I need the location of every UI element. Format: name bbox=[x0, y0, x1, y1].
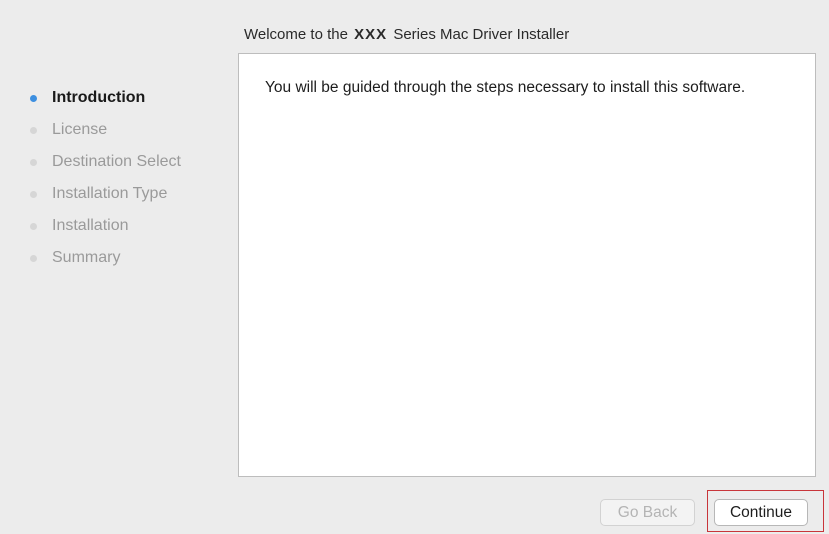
step-label: Summary bbox=[52, 249, 121, 266]
step-destination-select: Destination Select bbox=[30, 146, 181, 178]
active-step-dot-icon bbox=[30, 94, 37, 102]
inactive-step-dot-icon bbox=[30, 158, 37, 166]
content-panel: You will be guided through the steps nec… bbox=[238, 53, 816, 477]
title-prefix: Welcome to the bbox=[244, 26, 348, 43]
installer-steps-sidebar: Introduction License Destination Select … bbox=[30, 82, 181, 274]
title-suffix: Series Mac Driver Installer bbox=[393, 26, 570, 43]
installer-title: Welcome to the XXX Series Mac Driver Ins… bbox=[244, 26, 569, 43]
step-label: Introduction bbox=[52, 89, 146, 106]
step-installation-type: Installation Type bbox=[30, 178, 181, 210]
inactive-step-dot-icon bbox=[30, 190, 37, 198]
step-license: License bbox=[30, 114, 181, 146]
introduction-text: You will be guided through the steps nec… bbox=[265, 79, 746, 96]
inactive-step-dot-icon bbox=[30, 254, 37, 262]
step-installation: Installation bbox=[30, 210, 181, 242]
step-label: Destination Select bbox=[52, 153, 181, 170]
inactive-step-dot-icon bbox=[30, 126, 37, 134]
title-product: XXX bbox=[354, 26, 388, 43]
step-summary: Summary bbox=[30, 242, 181, 274]
inactive-step-dot-icon bbox=[30, 222, 37, 230]
step-label: License bbox=[52, 121, 108, 138]
step-label: Installation Type bbox=[52, 185, 168, 202]
go-back-button[interactable]: Go Back bbox=[600, 499, 695, 526]
continue-button[interactable]: Continue bbox=[714, 499, 808, 526]
step-label: Installation bbox=[52, 217, 129, 234]
step-introduction: Introduction bbox=[30, 82, 181, 114]
